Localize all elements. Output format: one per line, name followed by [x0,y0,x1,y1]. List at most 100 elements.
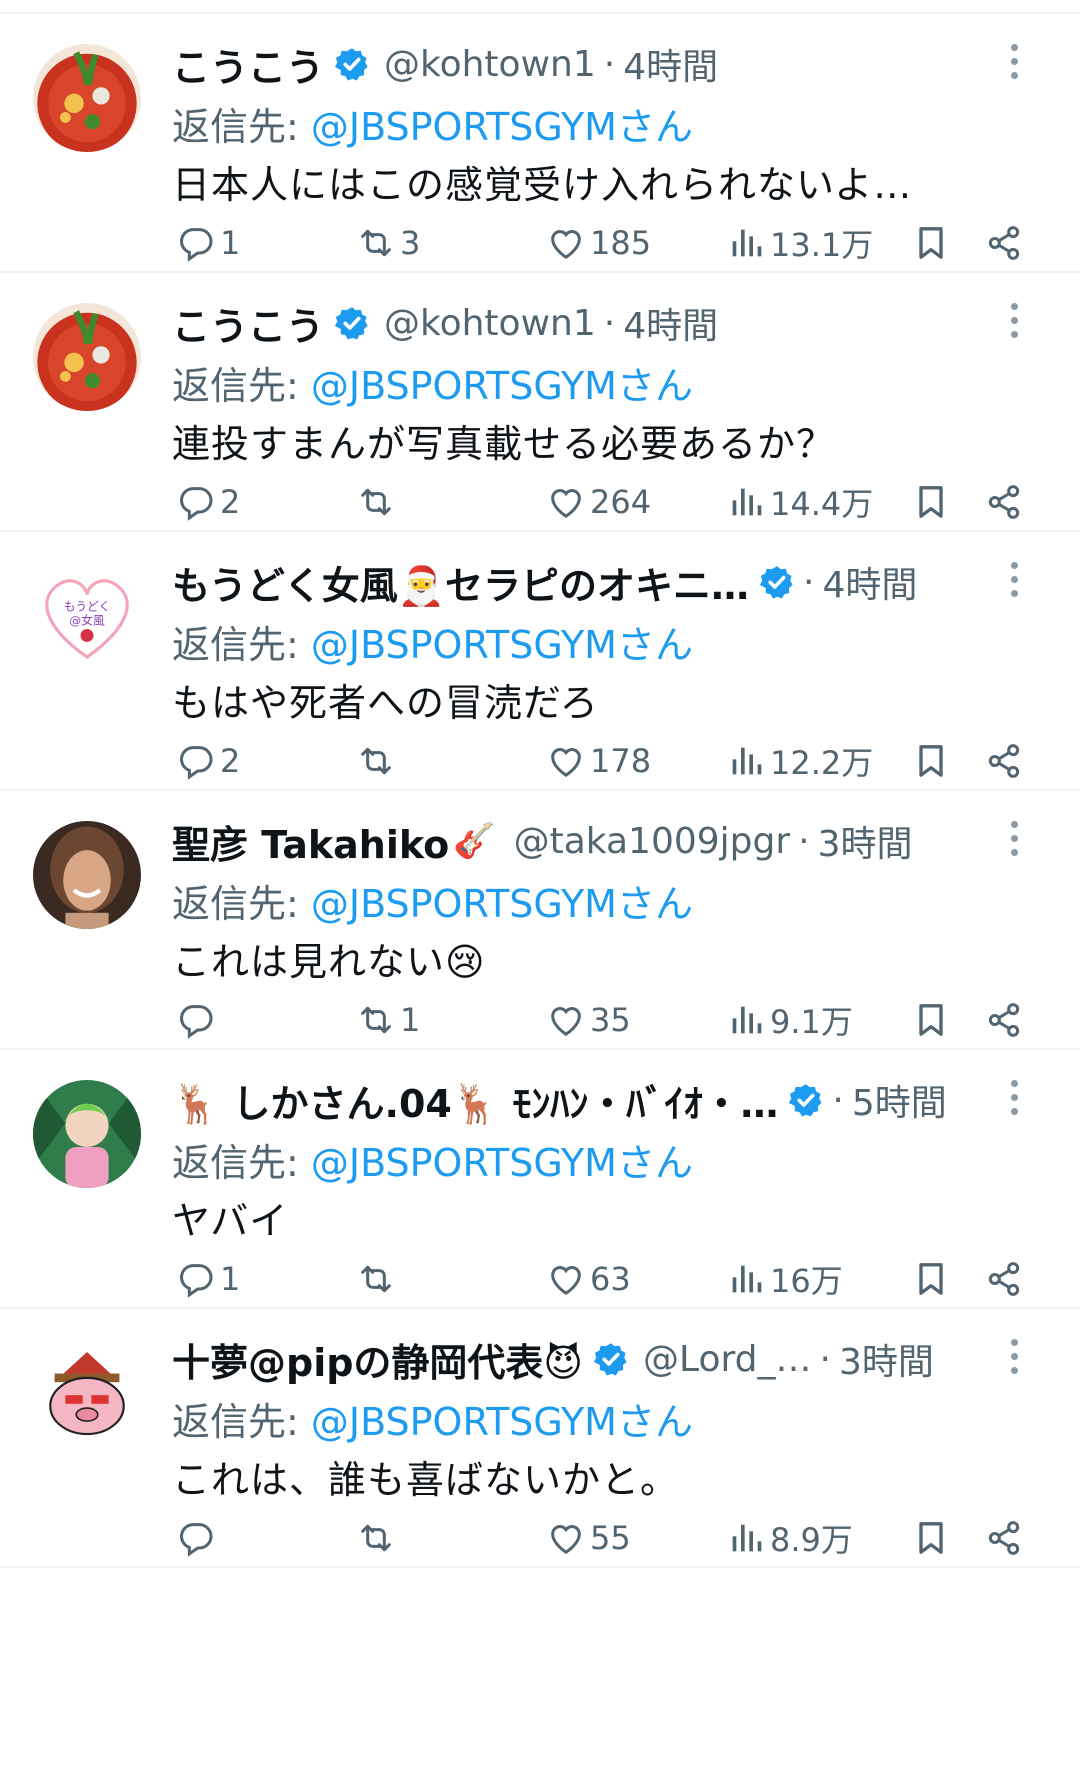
tweet[interactable]: 🦌 しかさん.04🦌 ﾓﾝﾊﾝ・ﾊﾞｲｵ・… · 5時間 返信先: @JBSPORTS… [0,1050,1080,1309]
reply-button[interactable]: 2 [172,477,240,527]
views-button[interactable]: 12.2万 [722,736,873,786]
more-icon[interactable] [1006,44,1022,84]
avatar[interactable]: もうどく @女風 [33,562,141,670]
retweet-button[interactable] [352,1254,400,1304]
reply-to-line: 返信先: @JBSPORTSGYMさん [172,873,693,928]
reply-icon [176,482,216,522]
share-button[interactable] [980,736,1024,786]
like-button[interactable]: 178 [542,736,651,786]
user-name[interactable]: 🦌 しかさん.04🦌 ﾓﾝﾊﾝ・ﾊﾞｲｵ・… [172,1073,778,1128]
more-icon[interactable] [1006,1080,1022,1120]
reply-button[interactable] [172,1513,220,1563]
avatar[interactable] [33,821,141,929]
more-icon[interactable] [1006,1339,1022,1379]
like-button[interactable]: 264 [542,477,651,527]
user-name[interactable]: 十夢@pipの静岡代表😈 [172,1332,583,1387]
reply-button[interactable] [172,995,220,1045]
views-icon [726,741,766,781]
replies-count: 1 [220,224,241,262]
reply-mention-link[interactable]: @JBSPORTSGYMさん [311,882,693,926]
retweet-button[interactable] [352,477,400,527]
user-handle[interactable]: @taka1009jpgr [514,821,791,862]
bookmark-button[interactable] [907,995,951,1045]
views-button[interactable]: 16万 [722,1254,843,1304]
reply-button[interactable]: 1 [172,218,240,268]
timestamp[interactable]: 4時間 [823,556,918,608]
action-bar: 2 178 12.2万 [172,736,1022,786]
timestamp[interactable]: 3時間 [818,815,913,867]
reply-prefix: 返信先: [172,1141,311,1185]
action-bar: 55 8.9万 [172,1513,1022,1563]
user-name[interactable]: 聖彦 Takahiko [172,814,449,869]
like-button[interactable]: 55 [542,1513,631,1563]
like-button[interactable]: 185 [542,218,651,268]
more-icon[interactable] [1006,303,1022,343]
tweet[interactable]: 十夢@pipの静岡代表😈 @Lord_… · 3時間 返信先: @JBSPORTSGYM… [0,1309,1080,1568]
tweet[interactable]: こうこう @kohtown1 · 4時間 返信先: @JBSPORTSGYMさん 日本人に… [0,14,1080,273]
reply-mention-link[interactable]: @JBSPORTSGYMさん [311,1400,693,1444]
timestamp[interactable]: 3時間 [839,1333,934,1385]
retweet-icon [356,741,396,781]
retweet-icon [356,482,396,522]
timestamp[interactable]: 5時間 [852,1074,947,1126]
user-name[interactable]: こうこう [172,296,324,351]
retweet-button[interactable] [352,1513,400,1563]
replies-count: 1 [220,1260,241,1298]
user-name[interactable]: こうこう [172,37,324,92]
share-button[interactable] [980,1513,1024,1563]
timestamp[interactable]: 4時間 [623,297,718,349]
reply-mention-link[interactable]: @JBSPORTSGYMさん [311,1141,693,1185]
retweet-button[interactable]: 3 [352,218,420,268]
retweets-count: 1 [400,1001,421,1039]
reply-mention-link[interactable]: @JBSPORTSGYMさん [311,364,693,408]
avatar[interactable] [33,1339,141,1447]
verified-icon [759,564,795,600]
reply-prefix: 返信先: [172,364,311,408]
tweet[interactable]: こうこう @kohtown1 · 4時間 返信先: @JBSPORTSGYMさん 連投すま… [0,273,1080,532]
bookmark-button[interactable] [907,1254,951,1304]
retweet-button[interactable]: 1 [352,995,420,1045]
views-button[interactable]: 13.1万 [722,218,873,268]
views-count: 16万 [770,1262,843,1300]
bookmark-button[interactable] [907,1513,951,1563]
reply-to-line: 返信先: @JBSPORTSGYMさん [172,1132,693,1187]
avatar[interactable] [33,44,141,152]
reply-mention-link[interactable]: @JBSPORTSGYMさん [311,105,693,149]
share-button[interactable] [980,995,1024,1045]
views-button[interactable]: 9.1万 [722,995,853,1045]
timestamp[interactable]: 4時間 [623,38,718,90]
replies-count: 2 [220,742,241,780]
avatar[interactable] [33,1080,141,1188]
user-handle[interactable]: @kohtown1 [384,303,596,344]
like-button[interactable]: 63 [542,1254,631,1304]
user-name[interactable]: もうどく女風🎅セラピのオキニ… [172,555,749,610]
tweet[interactable]: 聖彦 Takahiko 🎸 @taka1009jpgr · 3時間 返信先: @JBSPO… [0,791,1080,1050]
reply-button[interactable]: 1 [172,1254,240,1304]
action-bar: 1 3 185 13.1万 [172,218,1022,268]
bookmark-button[interactable] [907,218,951,268]
tweet-header: 十夢@pipの静岡代表😈 @Lord_… · 3時間 [172,1331,1010,1387]
bookmark-icon [911,482,951,522]
more-icon[interactable] [1006,821,1022,861]
retweet-button[interactable] [352,736,400,786]
tweet-header: こうこう @kohtown1 · 4時間 [172,36,1010,92]
bookmark-button[interactable] [907,477,951,527]
like-button[interactable]: 35 [542,995,631,1045]
views-icon [726,1000,766,1040]
views-button[interactable]: 8.9万 [722,1513,853,1563]
action-bar: 1 35 9.1万 [172,995,1022,1045]
reply-button[interactable]: 2 [172,736,240,786]
share-button[interactable] [980,218,1024,268]
more-icon[interactable] [1006,562,1022,602]
user-handle[interactable]: @kohtown1 [384,44,596,85]
views-button[interactable]: 14.4万 [722,477,873,527]
tweet[interactable]: もうどく @女風 もうどく女風🎅セラピのオキニ… · 4時間 返信先: @JBSPORTS… [0,532,1080,791]
user-handle[interactable]: @Lord_… [643,1339,811,1380]
separator-dot: · [803,561,815,603]
reply-icon [176,741,216,781]
avatar[interactable] [33,303,141,411]
share-button[interactable] [980,477,1024,527]
reply-mention-link[interactable]: @JBSPORTSGYMさん [311,623,693,667]
share-button[interactable] [980,1254,1024,1304]
bookmark-button[interactable] [907,736,951,786]
